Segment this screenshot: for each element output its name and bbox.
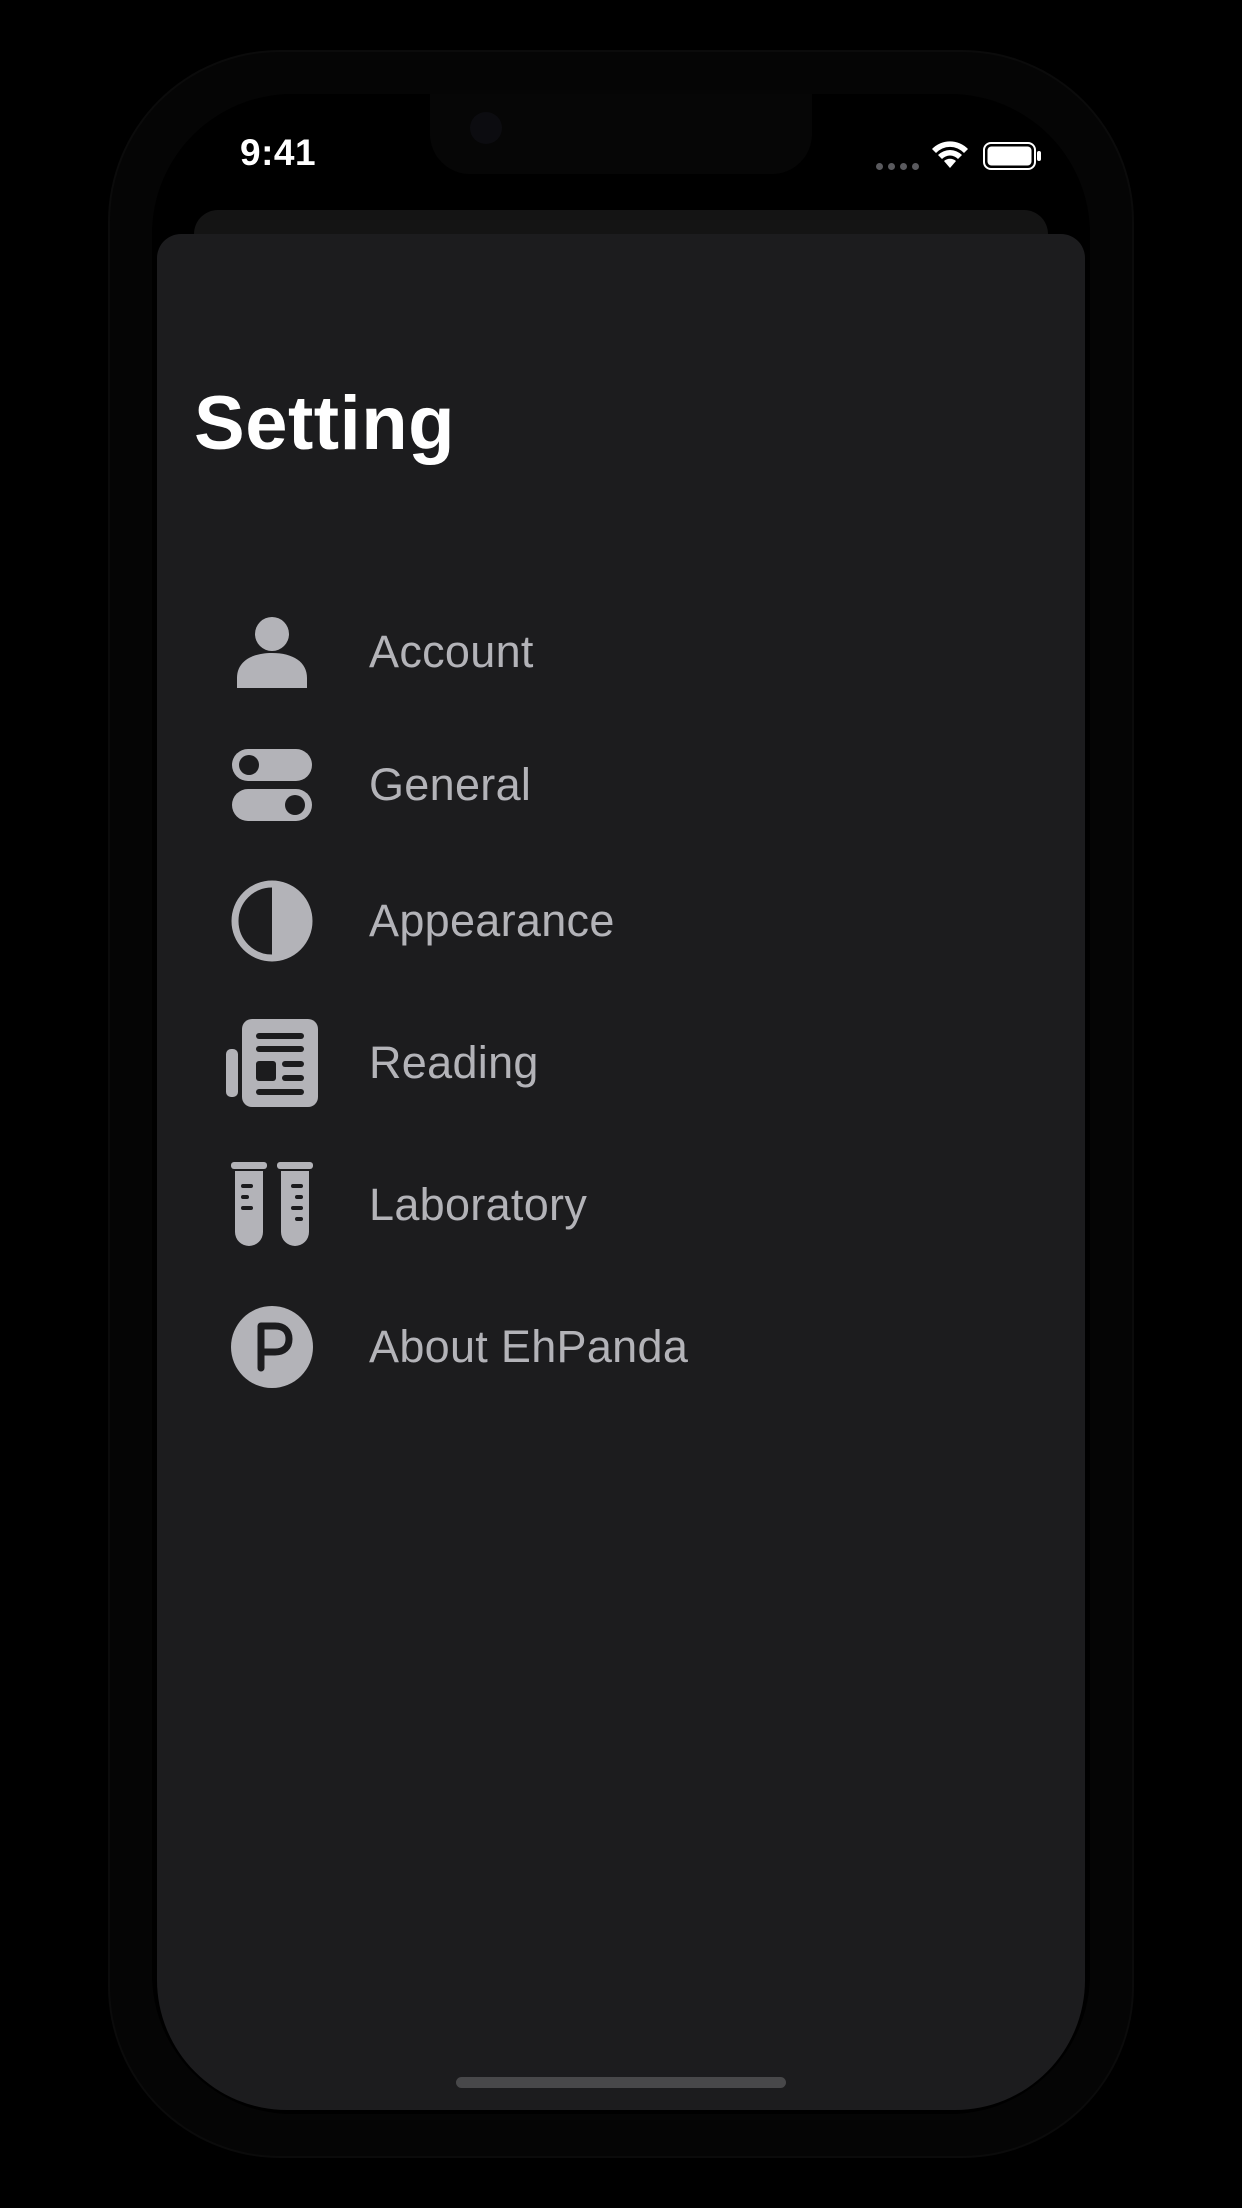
menu-item-laboratory[interactable]: Laboratory: [220, 1150, 980, 1260]
menu-label-account: Account: [369, 626, 534, 677]
menu-item-about[interactable]: About EhPanda: [220, 1292, 980, 1402]
cellular-icon: [876, 163, 919, 170]
menu-label-laboratory: Laboratory: [369, 1179, 588, 1230]
menu-label-reading: Reading: [369, 1037, 539, 1088]
menu-item-general[interactable]: General: [220, 730, 980, 840]
battery-icon: [983, 142, 1041, 170]
wifi-icon: [932, 141, 968, 168]
menu-item-reading[interactable]: Reading: [220, 1008, 980, 1118]
switches-icon: [220, 735, 324, 835]
menu-item-appearance[interactable]: Appearance: [220, 866, 980, 976]
app-window: 9:41 Setting Account General Appearance …: [0, 0, 1242, 2208]
status-time: 9:41: [240, 132, 317, 173]
newspaper-icon: [220, 1013, 324, 1113]
menu-label-appearance: Appearance: [369, 895, 615, 946]
menu-label-general: General: [369, 759, 532, 810]
p-circle-icon: [220, 1297, 324, 1397]
home-indicator[interactable]: [456, 2077, 786, 2088]
page-title: Setting: [194, 381, 456, 466]
menu-label-about: About EhPanda: [369, 1321, 689, 1372]
person-icon: [220, 602, 324, 702]
circle-half-icon: [220, 871, 324, 971]
menu-item-account[interactable]: Account: [220, 597, 980, 707]
camera-icon: [470, 112, 502, 144]
test-tubes-icon: [220, 1155, 324, 1255]
